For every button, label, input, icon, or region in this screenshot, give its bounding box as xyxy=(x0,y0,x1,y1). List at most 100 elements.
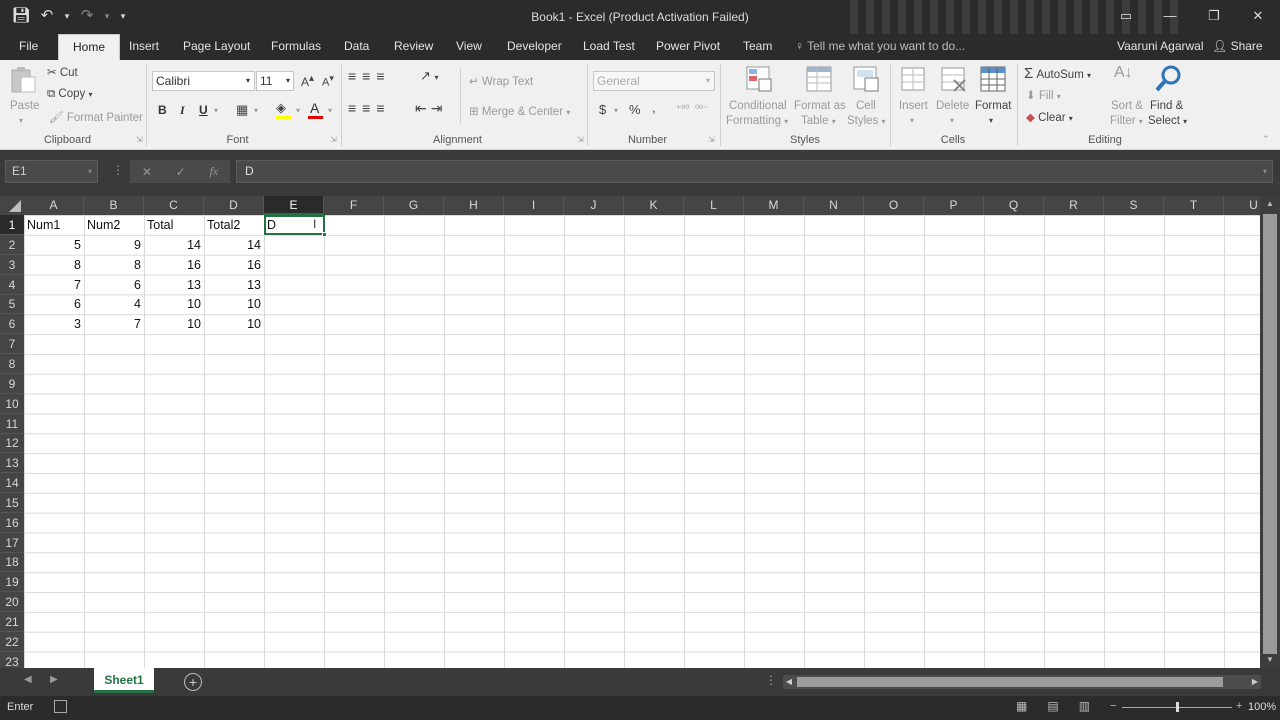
row-header-14[interactable]: 14 xyxy=(0,473,24,494)
fill-handle[interactable] xyxy=(322,232,327,237)
page-layout-view-icon[interactable]: ▤ xyxy=(1047,699,1058,713)
tab-page-layout[interactable]: Page Layout xyxy=(183,34,250,60)
data-cell[interactable]: 8 xyxy=(84,255,144,275)
tab-insert[interactable]: Insert xyxy=(129,34,159,60)
format-as-table-label[interactable]: Format as xyxy=(794,100,846,112)
column-header-b[interactable]: B xyxy=(84,196,144,215)
scroll-left-icon[interactable]: ◀ xyxy=(783,675,795,689)
header-cell[interactable]: Total xyxy=(144,215,204,235)
horizontal-align-icons[interactable]: ≡≡≡ xyxy=(348,100,391,116)
page-break-view-icon[interactable]: ▥ xyxy=(1079,699,1090,713)
data-cell[interactable]: 14 xyxy=(144,235,204,255)
insert-function-button[interactable]: fx xyxy=(209,164,218,179)
borders-dropdown-icon[interactable]: ▾ xyxy=(254,106,258,115)
row-header-13[interactable]: 13 xyxy=(0,453,24,474)
data-cell[interactable]: 7 xyxy=(84,314,144,334)
clear-button[interactable]: ◆ Clear ▾ xyxy=(1026,110,1073,124)
wrap-text-button[interactable]: ↵ Wrap Text xyxy=(469,74,533,88)
sort-filter-icon[interactable]: A↓ xyxy=(1114,64,1133,82)
add-sheet-button[interactable]: + xyxy=(184,673,202,691)
format-cells-icon[interactable] xyxy=(978,64,1008,94)
column-header-q[interactable]: Q xyxy=(984,196,1044,215)
number-format-select[interactable]: General ▾ xyxy=(593,71,715,91)
font-launcher-icon[interactable]: ⇲ xyxy=(330,135,337,144)
tab-power-pivot[interactable]: Power Pivot xyxy=(656,34,720,60)
scroll-down-icon[interactable]: ▼ xyxy=(1260,652,1280,668)
share-button[interactable]: 👤︎ Share xyxy=(1212,34,1263,59)
column-header-c[interactable]: C xyxy=(144,196,204,215)
magnifier-icon[interactable] xyxy=(1154,64,1184,94)
row-header-10[interactable]: 10 xyxy=(0,394,24,414)
cell-styles-label[interactable]: Cell xyxy=(856,100,876,112)
find-select-label-2[interactable]: Select ▾ xyxy=(1148,115,1187,127)
paste-dropdown-icon[interactable]: ▾ xyxy=(19,116,23,125)
paste-button[interactable]: Paste xyxy=(10,100,39,112)
confirm-entry-button[interactable]: ✓ xyxy=(176,165,186,179)
zoom-out-button[interactable]: − xyxy=(1110,700,1116,712)
data-cell[interactable]: 4 xyxy=(84,294,144,314)
column-header-e[interactable]: E xyxy=(264,196,324,215)
column-header-a[interactable]: A xyxy=(24,196,84,215)
delete-cells-icon[interactable] xyxy=(938,64,968,94)
cancel-entry-button[interactable]: ✕ xyxy=(142,165,152,179)
data-cell[interactable]: 16 xyxy=(204,255,264,275)
font-color-dropdown-icon[interactable]: ▾ xyxy=(328,106,332,115)
find-select-label[interactable]: Find & xyxy=(1150,100,1183,112)
data-cell[interactable]: 9 xyxy=(84,235,144,255)
name-box[interactable]: E1 ▾ xyxy=(5,160,98,183)
font-size-select[interactable]: 11 ▾ xyxy=(256,71,294,91)
decrease-decimal-icon[interactable]: ⁰⁰⁻ xyxy=(695,104,708,115)
indent-icons[interactable]: ⇤⇥ xyxy=(415,100,446,117)
data-cell[interactable]: 8 xyxy=(24,255,84,275)
format-cells-button[interactable]: Format xyxy=(975,100,1011,112)
row-header-7[interactable]: 7 xyxy=(0,334,24,355)
horizontal-scroll-thumb[interactable] xyxy=(797,677,1223,687)
copy-button[interactable]: ⧉ Copy ▾ xyxy=(47,88,93,101)
data-cell[interactable]: 10 xyxy=(204,314,264,334)
prev-sheet-icon[interactable]: ◀ xyxy=(24,674,32,685)
zoom-in-button[interactable]: + xyxy=(1236,700,1242,712)
column-header-f[interactable]: F xyxy=(324,196,384,215)
sort-filter-label-2[interactable]: Filter ▾ xyxy=(1110,115,1143,127)
row-header-22[interactable]: 22 xyxy=(0,632,24,652)
number-launcher-icon[interactable]: ⇲ xyxy=(708,135,715,144)
vertical-align-icons[interactable]: ≡≡≡ xyxy=(348,68,391,84)
tab-team[interactable]: Team xyxy=(743,34,772,60)
row-header-20[interactable]: 20 xyxy=(0,592,24,613)
clipboard-launcher-icon[interactable]: ⇲ xyxy=(136,135,143,144)
tab-home[interactable]: Home xyxy=(58,34,121,60)
row-header-4[interactable]: 4 xyxy=(0,275,24,295)
row-header-1[interactable]: 1 xyxy=(0,215,24,235)
cell-styles-label-2[interactable]: Styles ▾ xyxy=(847,115,886,127)
header-cell[interactable]: Num2 xyxy=(84,215,144,235)
format-as-table-label-2[interactable]: Table ▾ xyxy=(801,115,836,127)
column-header-s[interactable]: S xyxy=(1104,196,1164,215)
column-header-p[interactable]: P xyxy=(924,196,984,215)
tab-file[interactable]: File xyxy=(19,34,38,60)
zoom-level[interactable]: 100% xyxy=(1248,701,1276,713)
row-header-17[interactable]: 17 xyxy=(0,533,24,553)
row-header-16[interactable]: 16 xyxy=(0,513,24,533)
bold-button[interactable]: B xyxy=(158,103,167,117)
column-header-m[interactable]: M xyxy=(744,196,804,215)
font-color-icon[interactable]: A xyxy=(310,100,319,116)
tab-formulas[interactable]: Formulas xyxy=(271,34,321,60)
data-cell[interactable]: 13 xyxy=(144,275,204,295)
select-all-button[interactable] xyxy=(0,196,24,215)
currency-dropdown-icon[interactable]: ▾ xyxy=(614,106,618,115)
row-header-15[interactable]: 15 xyxy=(0,493,24,513)
close-button[interactable]: ✕ xyxy=(1236,0,1280,32)
expand-formula-bar-icon[interactable]: ▾ xyxy=(1263,161,1267,182)
data-cell[interactable]: 5 xyxy=(24,235,84,255)
shrink-font-icon[interactable]: A▾ xyxy=(322,73,334,89)
row-header-21[interactable]: 21 xyxy=(0,612,24,632)
horizontal-scrollbar[interactable]: ◀ ▶ xyxy=(783,675,1261,689)
cell-area[interactable]: D I Num1 Num2 Total Total2 5 9 14 14 8 8 16 16 7 6 13 1… xyxy=(24,215,1260,668)
column-header-d[interactable]: D xyxy=(204,196,264,215)
underline-dropdown-icon[interactable]: ▾ xyxy=(214,106,218,115)
paste-icon[interactable] xyxy=(8,64,38,94)
borders-icon[interactable]: ▦ xyxy=(236,102,248,118)
conditional-formatting-icon[interactable] xyxy=(744,64,774,94)
data-cell[interactable]: 3 xyxy=(24,314,84,334)
column-header-n[interactable]: N xyxy=(804,196,864,215)
